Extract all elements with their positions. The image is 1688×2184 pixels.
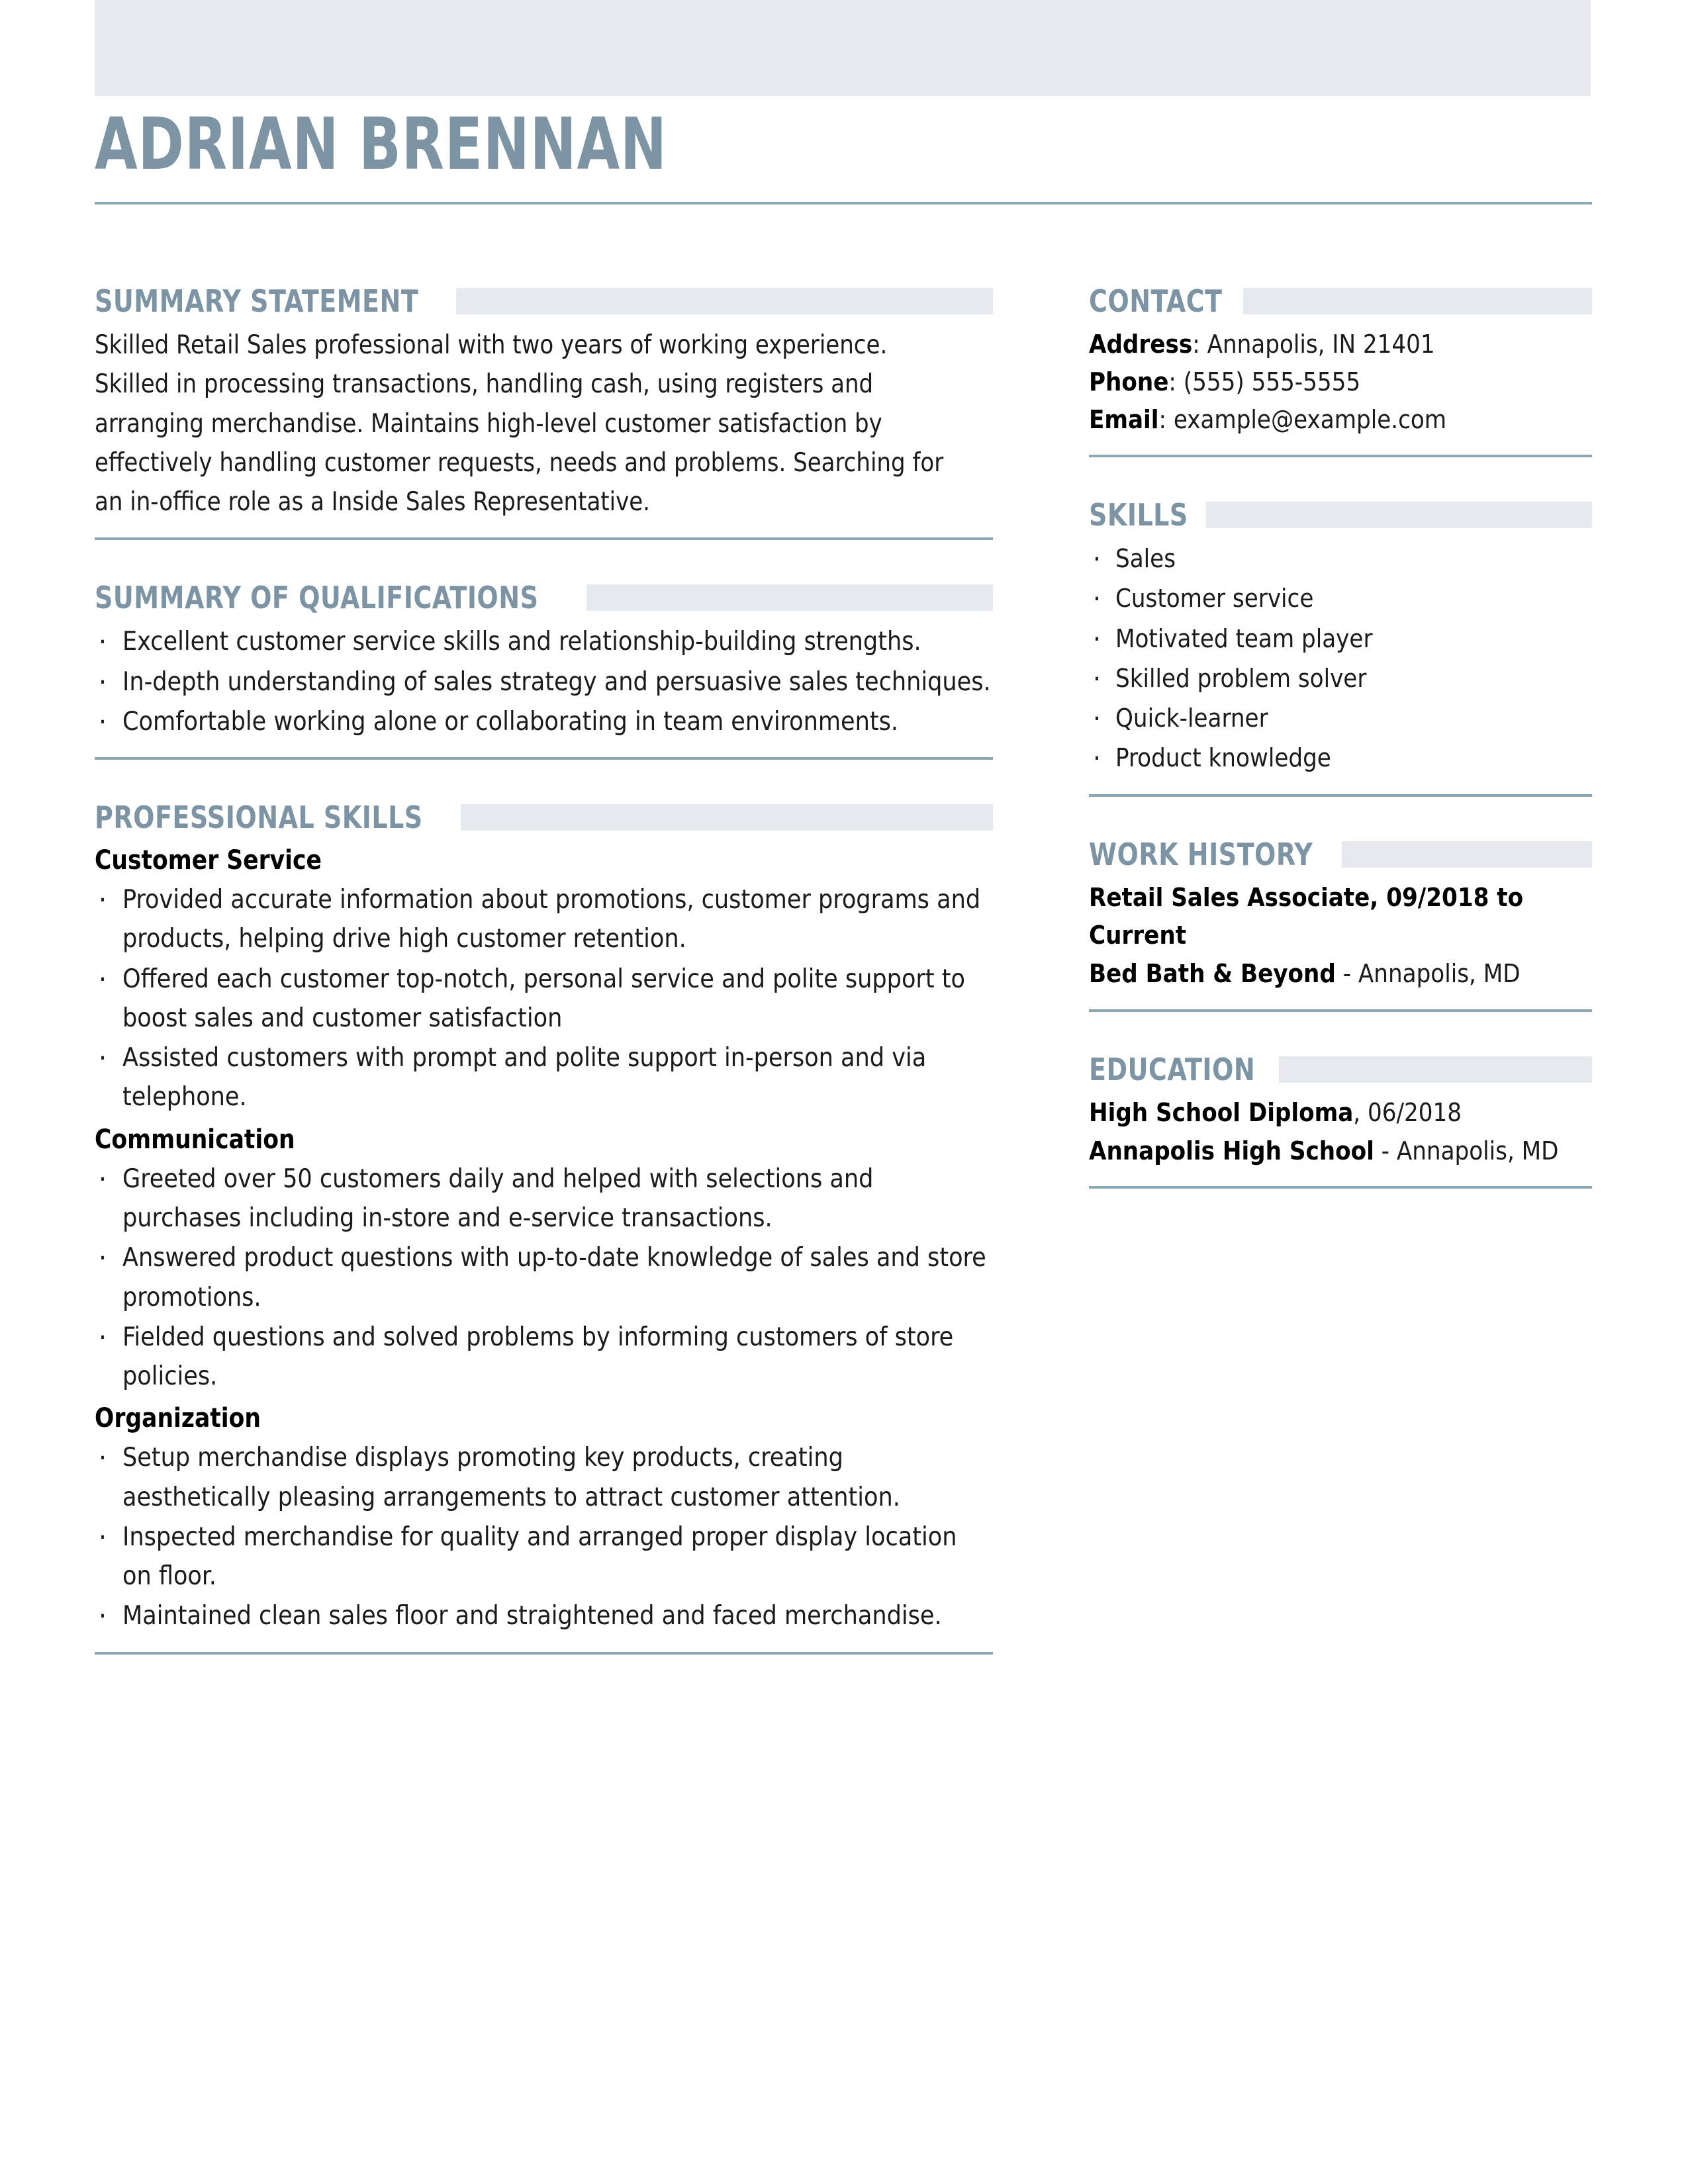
section-header: EDUCATION	[1089, 1054, 1592, 1085]
section-header: SUMMARY STATEMENT	[95, 286, 993, 316]
section-work-history: WORK HISTORY Retail Sales Associate, 09/…	[1089, 839, 1592, 1012]
section-header: PROFESSIONAL SKILLS	[95, 802, 993, 833]
contact-email-value: : example@example.com	[1158, 405, 1447, 434]
professional-skills-subheading: Communication	[95, 1124, 295, 1155]
list-item: Provided accurate information about prom…	[95, 879, 993, 959]
education-school: Annapolis High School	[1089, 1136, 1374, 1165]
left-column: SUMMARY STATEMENT Skilled Retail Sales p…	[95, 286, 993, 1655]
contact-phone-value: : (555) 555-5555	[1168, 367, 1361, 396]
list-item: Fielded questions and solved problems by…	[95, 1316, 993, 1396]
section-title-professional-skills: PROFESSIONAL SKILLS	[95, 799, 423, 836]
section-header: CONTACT	[1089, 286, 1592, 316]
section-professional-skills: PROFESSIONAL SKILLS Customer ServiceProv…	[95, 802, 993, 1655]
list-item: Sales	[1089, 538, 1592, 580]
contact-phone: Phone: (555) 555-5555	[1089, 363, 1592, 401]
work-history-entry: Retail Sales Associate, 09/2018 to Curre…	[1089, 879, 1592, 956]
name-header: ADRIAN BRENNAN	[95, 109, 1592, 205]
work-history-role: Retail Sales Associate, 09/2018 to Curre…	[1089, 882, 1524, 950]
section-contact: CONTACT Address: Annapolis, IN 21401 Pho…	[1089, 286, 1592, 457]
work-history-location: - Annapolis, MD	[1335, 959, 1521, 989]
page-title: ADRIAN BRENNAN	[95, 103, 667, 186]
section-title-bar	[1341, 841, 1592, 868]
summary-statement-text: Skilled Retail Sales professional with t…	[95, 330, 944, 518]
list-item: Assisted customers with prompt and polit…	[95, 1037, 993, 1117]
list-item: Skilled problem solver	[1089, 658, 1592, 700]
contact-phone-label: Phone	[1089, 367, 1169, 396]
section-title-bar	[455, 288, 993, 314]
header-divider	[95, 202, 1592, 205]
section-title-bar	[1243, 288, 1592, 314]
skills-list: SalesCustomer serviceMotivated team play…	[1089, 538, 1592, 780]
list-item: Answered product questions with up-to-da…	[95, 1237, 993, 1317]
section-divider	[1089, 1186, 1592, 1189]
professional-skills-list: Setup merchandise displays promoting key…	[95, 1437, 993, 1637]
section-title-contact: CONTACT	[1089, 283, 1223, 319]
right-column: CONTACT Address: Annapolis, IN 21401 Pho…	[1089, 286, 1592, 1189]
section-education: EDUCATION High School Diploma, 06/2018 A…	[1089, 1054, 1592, 1189]
education-degree: High School Diploma	[1089, 1097, 1354, 1127]
list-item: Inspected merchandise for quality and ar…	[95, 1516, 993, 1596]
list-item: Excellent customer service skills and re…	[95, 621, 993, 663]
section-header: SUMMARY OF QUALIFICATIONS	[95, 582, 993, 613]
section-skills: SKILLS SalesCustomer serviceMotivated te…	[1089, 500, 1592, 797]
section-title-bar	[460, 804, 993, 831]
section-divider	[95, 1651, 993, 1655]
section-title-summary-of-qualifications: SUMMARY OF QUALIFICATIONS	[95, 580, 539, 616]
list-item: In-depth understanding of sales strategy…	[95, 661, 993, 704]
header-decorative-band	[95, 0, 1591, 96]
list-item: Motivated team player	[1089, 618, 1592, 660]
resume-page: ADRIAN BRENNAN SUMMARY STATEMENT Skilled…	[0, 0, 1688, 2184]
qualifications-list: Excellent customer service skills and re…	[95, 621, 993, 743]
education-degree-line: High School Diploma, 06/2018	[1089, 1094, 1592, 1132]
contact-address-label: Address	[1089, 330, 1193, 359]
section-header: SKILLS	[1089, 500, 1592, 530]
list-item: Comfortable working alone or collaborati…	[95, 701, 993, 743]
list-item: Greeted over 50 customers daily and help…	[95, 1158, 993, 1238]
section-title-work-history: WORK HISTORY	[1089, 836, 1313, 872]
professional-skills-groups: Customer ServiceProvided accurate inform…	[95, 842, 993, 1637]
list-item: Offered each customer top-notch, persona…	[95, 958, 993, 1038]
education-school-location: - Annapolis, MD	[1374, 1136, 1559, 1165]
professional-skills-subheading: Organization	[95, 1403, 261, 1434]
section-summary-statement: SUMMARY STATEMENT Skilled Retail Sales p…	[95, 286, 993, 541]
section-title-summary-statement: SUMMARY STATEMENT	[95, 283, 419, 319]
contact-email-label: Email	[1089, 405, 1159, 434]
section-title-skills: SKILLS	[1089, 497, 1188, 533]
professional-skills-subheading: Customer Service	[95, 845, 322, 876]
contact-address-value: : Annapolis, IN 21401	[1192, 330, 1435, 359]
work-history-company-line: Bed Bath & Beyond - Annapolis, MD	[1089, 955, 1592, 993]
contact-address: Address: Annapolis, IN 21401	[1089, 326, 1592, 363]
professional-skills-list: Greeted over 50 customers daily and help…	[95, 1158, 993, 1396]
list-item: Quick-learner	[1089, 698, 1592, 740]
work-history-company: Bed Bath & Beyond	[1089, 959, 1336, 989]
section-summary-of-qualifications: SUMMARY OF QUALIFICATIONS Excellent cust…	[95, 582, 993, 760]
education-degree-date: , 06/2018	[1353, 1097, 1462, 1127]
section-title-bar	[1279, 1056, 1592, 1083]
education-school-line: Annapolis High School - Annapolis, MD	[1089, 1132, 1592, 1171]
list-item: Product knowledge	[1089, 737, 1592, 780]
section-title-bar	[1205, 502, 1592, 528]
professional-skills-list: Provided accurate information about prom…	[95, 879, 993, 1117]
contact-email: Email: example@example.com	[1089, 401, 1592, 439]
section-title-education: EDUCATION	[1089, 1051, 1256, 1087]
section-title-bar	[586, 584, 993, 612]
list-item: Maintained clean sales floor and straigh…	[95, 1595, 993, 1637]
section-header: WORK HISTORY	[1089, 839, 1592, 870]
list-item: Setup merchandise displays promoting key…	[95, 1437, 993, 1517]
list-item: Customer service	[1089, 578, 1592, 620]
